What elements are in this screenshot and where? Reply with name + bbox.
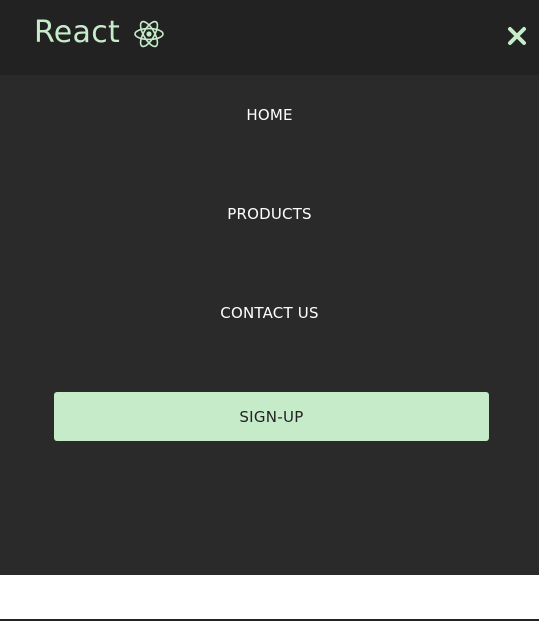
- menu-item-products[interactable]: PRODUCTS: [0, 204, 539, 224]
- react-atom-icon: [133, 18, 165, 50]
- page: React HOME PRODUCTS CONTACT US SIGN-UP: [0, 0, 539, 621]
- menu-item-contact-us[interactable]: CONTACT US: [0, 303, 539, 323]
- mobile-menu: HOME PRODUCTS CONTACT US SIGN-UP: [0, 75, 539, 575]
- brand-label: React: [34, 15, 121, 50]
- menu-item-home[interactable]: HOME: [0, 105, 539, 125]
- brand-logo-link[interactable]: React: [34, 13, 165, 53]
- close-menu-button[interactable]: [503, 22, 531, 50]
- close-icon: [507, 26, 527, 46]
- navbar: React: [0, 0, 539, 75]
- signup-button[interactable]: SIGN-UP: [54, 392, 489, 441]
- signup-button-label: SIGN-UP: [239, 407, 304, 426]
